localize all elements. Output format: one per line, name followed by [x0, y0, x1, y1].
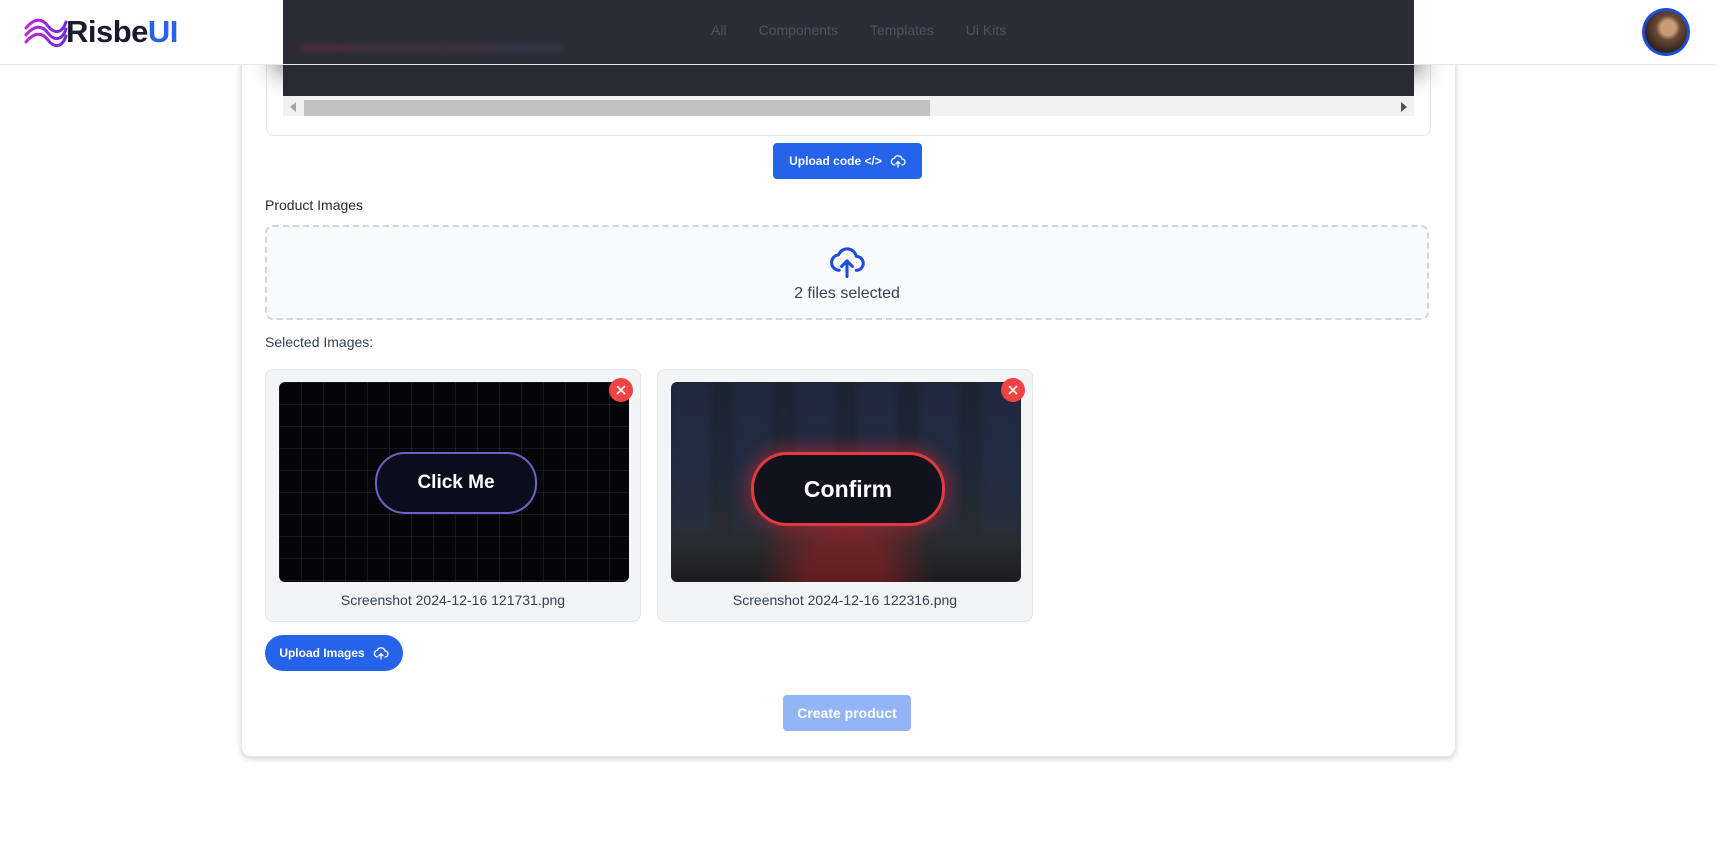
close-icon [616, 385, 626, 395]
scrollbar-thumb[interactable] [304, 100, 930, 116]
brand-logo[interactable]: RisbeUI [24, 14, 178, 50]
top-navbar: RisbeUI All Components Templates Ui Kits [0, 0, 1716, 65]
dropzone-status-text: 2 files selected [794, 285, 900, 302]
preview-button-graphic: Click Me [375, 452, 537, 514]
scroll-right-arrow-icon[interactable] [1401, 102, 1407, 112]
scroll-left-arrow-icon[interactable] [290, 102, 296, 112]
code-horizontal-scrollbar[interactable] [283, 96, 1414, 116]
remove-image-button[interactable] [609, 378, 633, 402]
cloud-upload-icon [373, 647, 389, 660]
image-preview: Click Me [279, 382, 629, 582]
upload-code-button[interactable]: Upload code </> [773, 143, 922, 179]
upload-images-button[interactable]: Upload Images [265, 635, 403, 671]
cloud-upload-icon [830, 247, 865, 278]
selected-images-label: Selected Images: [265, 334, 374, 350]
create-product-button[interactable]: Create product [783, 695, 911, 731]
remove-image-button[interactable] [1001, 378, 1025, 402]
close-icon [1008, 385, 1018, 395]
brand-name: RisbeUI [66, 14, 178, 49]
avatar-photo [1645, 11, 1687, 53]
preview-button-graphic: Confirm [751, 452, 945, 526]
nav-item-all[interactable]: All [711, 22, 727, 38]
upload-code-label: Upload code </> [789, 154, 882, 168]
image-filename: Screenshot 2024-12-16 122316.png [732, 592, 958, 608]
user-avatar[interactable] [1642, 8, 1690, 56]
image-dropzone[interactable]: 2 files selected [265, 225, 1429, 320]
selected-image-card: Confirm Screenshot 2024-12-16 122316.png [657, 369, 1033, 622]
selected-image-card: Click Me Screenshot 2024-12-16 121731.pn… [265, 369, 641, 622]
product-images-label: Product Images [265, 197, 364, 213]
image-preview: Confirm [671, 382, 1021, 582]
cloud-upload-icon [890, 155, 906, 168]
main-nav: All Components Templates Ui Kits [711, 22, 1006, 38]
nav-item-components[interactable]: Components [759, 22, 838, 38]
nav-item-templates[interactable]: Templates [870, 22, 934, 38]
nav-item-ui-kits[interactable]: Ui Kits [966, 22, 1006, 38]
wave-logo-icon [24, 18, 68, 47]
upload-images-label: Upload Images [279, 646, 365, 660]
image-filename: Screenshot 2024-12-16 121731.png [340, 592, 566, 608]
